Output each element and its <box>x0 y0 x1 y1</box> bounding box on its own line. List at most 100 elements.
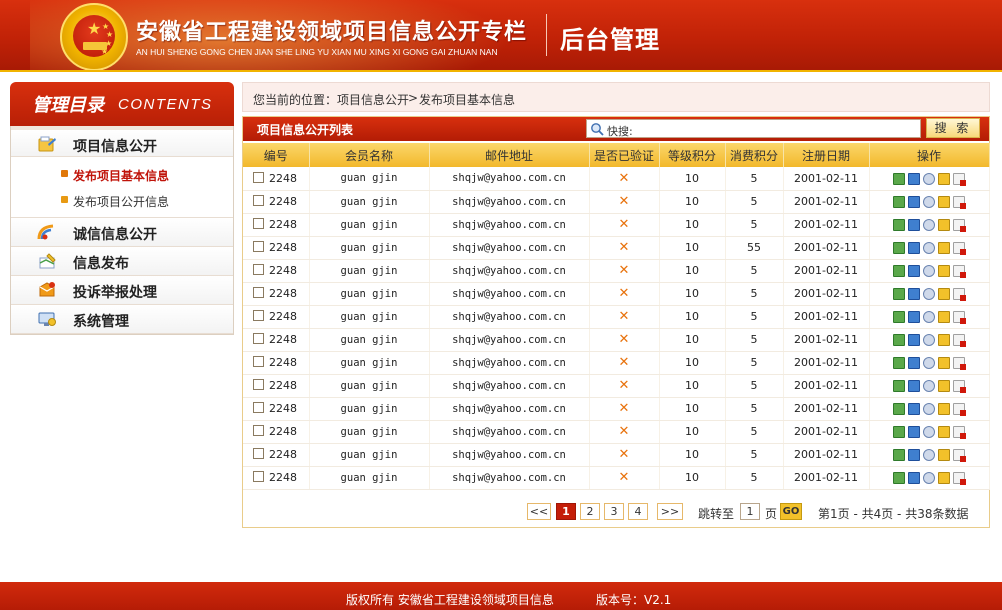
sidebar-item-system[interactable]: 系统管理 <box>11 305 233 334</box>
view-icon[interactable] <box>908 334 920 346</box>
column-header-spend-points[interactable]: 消费积分 <box>725 143 784 167</box>
edit-icon[interactable] <box>893 265 905 277</box>
column-header-verified[interactable]: 是否已验证 <box>589 143 660 167</box>
delete-icon[interactable] <box>953 265 966 278</box>
delete-icon[interactable] <box>953 426 966 439</box>
delete-icon[interactable] <box>953 288 966 301</box>
edit-icon[interactable] <box>893 288 905 300</box>
quick-search-input[interactable]: 快搜: <box>586 119 921 138</box>
lock-icon[interactable] <box>938 472 950 484</box>
sidebar-item-complaint[interactable]: 投诉举报处理 <box>11 276 233 305</box>
search-detail-icon[interactable] <box>923 172 935 185</box>
search-detail-icon[interactable] <box>923 196 935 208</box>
view-icon[interactable] <box>908 426 920 438</box>
row-checkbox[interactable] <box>253 195 264 206</box>
row-checkbox[interactable] <box>253 425 264 436</box>
view-icon[interactable] <box>908 219 920 231</box>
lock-icon[interactable] <box>938 449 950 461</box>
page-button-1[interactable]: 1 <box>556 503 576 520</box>
delete-icon[interactable] <box>953 219 966 232</box>
view-icon[interactable] <box>908 172 920 185</box>
lock-icon[interactable] <box>938 311 950 323</box>
view-icon[interactable] <box>908 311 920 323</box>
search-detail-icon[interactable] <box>923 472 935 484</box>
column-header-email[interactable]: 邮件地址 <box>429 143 590 167</box>
page-button-3[interactable]: 3 <box>604 503 624 520</box>
lock-icon[interactable] <box>938 172 950 185</box>
search-detail-icon[interactable] <box>923 288 935 300</box>
next-page-button[interactable]: >> <box>657 503 683 520</box>
lock-icon[interactable] <box>938 357 950 369</box>
delete-icon[interactable] <box>953 172 966 186</box>
search-detail-icon[interactable] <box>923 242 935 254</box>
delete-icon[interactable] <box>953 196 966 209</box>
delete-icon[interactable] <box>953 334 966 347</box>
edit-icon[interactable] <box>893 472 905 484</box>
lock-icon[interactable] <box>938 380 950 392</box>
lock-icon[interactable] <box>938 288 950 300</box>
sidebar-subitem-publish-basic[interactable]: 发布项目基本信息 <box>11 161 233 187</box>
edit-icon[interactable] <box>893 334 905 346</box>
edit-icon[interactable] <box>893 449 905 461</box>
edit-icon[interactable] <box>893 242 905 254</box>
search-detail-icon[interactable] <box>923 403 935 415</box>
search-detail-icon[interactable] <box>923 449 935 461</box>
view-icon[interactable] <box>908 449 920 461</box>
sidebar-item-credit-info[interactable]: 诚信信息公开 <box>11 218 233 247</box>
row-checkbox[interactable] <box>253 310 264 321</box>
view-icon[interactable] <box>908 288 920 300</box>
edit-icon[interactable] <box>893 426 905 438</box>
view-icon[interactable] <box>908 242 920 254</box>
row-checkbox[interactable] <box>253 333 264 344</box>
page-button-2[interactable]: 2 <box>580 503 600 520</box>
column-header-reg-date[interactable]: 注册日期 <box>783 143 870 167</box>
column-header-member-name[interactable]: 会员名称 <box>309 143 430 167</box>
search-detail-icon[interactable] <box>923 426 935 438</box>
row-checkbox[interactable] <box>253 171 264 183</box>
lock-icon[interactable] <box>938 334 950 346</box>
search-detail-icon[interactable] <box>923 219 935 231</box>
search-button[interactable]: 搜 索 <box>926 118 980 138</box>
lock-icon[interactable] <box>938 219 950 231</box>
search-detail-icon[interactable] <box>923 380 935 392</box>
row-checkbox[interactable] <box>253 379 264 390</box>
row-checkbox[interactable] <box>253 264 264 275</box>
view-icon[interactable] <box>908 403 920 415</box>
delete-icon[interactable] <box>953 449 966 462</box>
row-checkbox[interactable] <box>253 218 264 229</box>
search-detail-icon[interactable] <box>923 265 935 277</box>
view-icon[interactable] <box>908 380 920 392</box>
go-button[interactable]: GO <box>780 503 802 520</box>
lock-icon[interactable] <box>938 403 950 415</box>
delete-icon[interactable] <box>953 472 966 485</box>
sidebar-item-publish[interactable]: 信息发布 <box>11 247 233 276</box>
column-header-id[interactable]: 编号 <box>243 143 310 167</box>
lock-icon[interactable] <box>938 242 950 254</box>
delete-icon[interactable] <box>953 357 966 370</box>
row-checkbox[interactable] <box>253 471 264 482</box>
delete-icon[interactable] <box>953 242 966 255</box>
row-checkbox[interactable] <box>253 241 264 252</box>
column-header-level-points[interactable]: 等级积分 <box>659 143 726 167</box>
view-icon[interactable] <box>908 265 920 277</box>
delete-icon[interactable] <box>953 403 966 416</box>
edit-icon[interactable] <box>893 357 905 369</box>
delete-icon[interactable] <box>953 380 966 393</box>
lock-icon[interactable] <box>938 265 950 277</box>
lock-icon[interactable] <box>938 196 950 208</box>
edit-icon[interactable] <box>893 403 905 415</box>
sidebar-item-project-info[interactable]: 项目信息公开 <box>11 126 233 157</box>
edit-icon[interactable] <box>893 380 905 392</box>
page-button-4[interactable]: 4 <box>628 503 648 520</box>
search-detail-icon[interactable] <box>923 311 935 323</box>
edit-icon[interactable] <box>893 311 905 323</box>
delete-icon[interactable] <box>953 311 966 324</box>
prev-page-button[interactable]: << <box>527 503 551 520</box>
edit-icon[interactable] <box>893 219 905 231</box>
edit-icon[interactable] <box>893 196 905 208</box>
row-checkbox[interactable] <box>253 402 264 413</box>
view-icon[interactable] <box>908 357 920 369</box>
search-detail-icon[interactable] <box>923 357 935 369</box>
view-icon[interactable] <box>908 196 920 208</box>
breadcrumb-link-project-info[interactable]: 项目信息公开 <box>337 91 409 108</box>
